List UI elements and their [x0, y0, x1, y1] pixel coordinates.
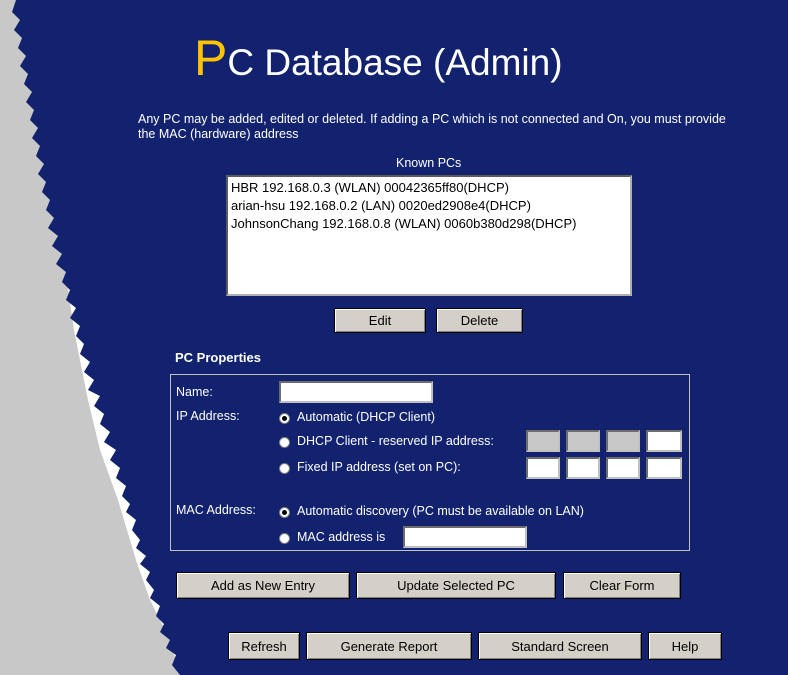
ip-auto-radio[interactable] — [279, 413, 290, 424]
name-input[interactable] — [279, 381, 433, 403]
list-item[interactable]: JohnsonChang 192.168.0.8 (WLAN) 0060b380… — [231, 215, 627, 233]
ip-fixed-radio[interactable] — [279, 463, 290, 474]
mac-address-label: MAC Address: — [176, 503, 256, 517]
name-label: Name: — [176, 385, 213, 399]
reserved-ip-octet-4[interactable] — [646, 430, 682, 452]
reserved-ip-octet-2[interactable] — [566, 430, 600, 452]
reserved-ip-octet-3[interactable] — [606, 430, 640, 452]
page: PC Database (Admin) Any PC may be added,… — [0, 0, 788, 675]
update-selected-pc-button[interactable]: Update Selected PC — [356, 572, 556, 599]
page-title-rest: C Database (Admin) — [227, 42, 563, 83]
delete-button[interactable]: Delete — [436, 308, 523, 333]
ip-reserved-radio[interactable] — [279, 437, 290, 448]
mac-manual-radio[interactable] — [279, 533, 290, 544]
mac-auto-radio[interactable] — [279, 507, 290, 518]
ip-reserved-label: DHCP Client - reserved IP address: — [297, 434, 494, 448]
generate-report-button[interactable]: Generate Report — [306, 632, 472, 660]
help-button[interactable]: Help — [648, 632, 722, 660]
list-item[interactable]: arian-hsu 192.168.0.2 (LAN) 0020ed2908e4… — [231, 197, 627, 215]
edit-button[interactable]: Edit — [334, 308, 426, 333]
pc-properties-title: PC Properties — [175, 350, 261, 365]
standard-screen-button[interactable]: Standard Screen — [478, 632, 642, 660]
known-pcs-label: Known PCs — [396, 156, 462, 170]
clear-form-button[interactable]: Clear Form — [563, 572, 681, 599]
fixed-ip-octet-2[interactable] — [566, 457, 600, 479]
known-pcs-list[interactable]: HBR 192.168.0.3 (WLAN) 00042365ff80(DHCP… — [226, 175, 632, 296]
add-new-entry-button[interactable]: Add as New Entry — [176, 572, 350, 599]
mac-manual-label: MAC address is — [297, 530, 386, 544]
refresh-button[interactable]: Refresh — [228, 632, 300, 660]
page-title: PC Database (Admin) — [194, 33, 563, 87]
intro-text: Any PC may be added, edited or deleted. … — [138, 112, 726, 141]
fixed-ip-octet-1[interactable] — [526, 457, 560, 479]
list-item[interactable]: HBR 192.168.0.3 (WLAN) 00042365ff80(DHCP… — [231, 179, 627, 197]
reserved-ip-octet-1[interactable] — [526, 430, 560, 452]
page-title-initial: P — [194, 30, 228, 86]
ip-auto-label: Automatic (DHCP Client) — [297, 410, 436, 424]
fixed-ip-octet-3[interactable] — [606, 457, 640, 479]
mac-address-input[interactable] — [403, 526, 527, 548]
fixed-ip-octet-4[interactable] — [646, 457, 682, 479]
ip-address-label: IP Address: — [176, 409, 240, 423]
mac-auto-label: Automatic discovery (PC must be availabl… — [297, 504, 584, 518]
ip-fixed-label: Fixed IP address (set on PC): — [297, 460, 461, 474]
